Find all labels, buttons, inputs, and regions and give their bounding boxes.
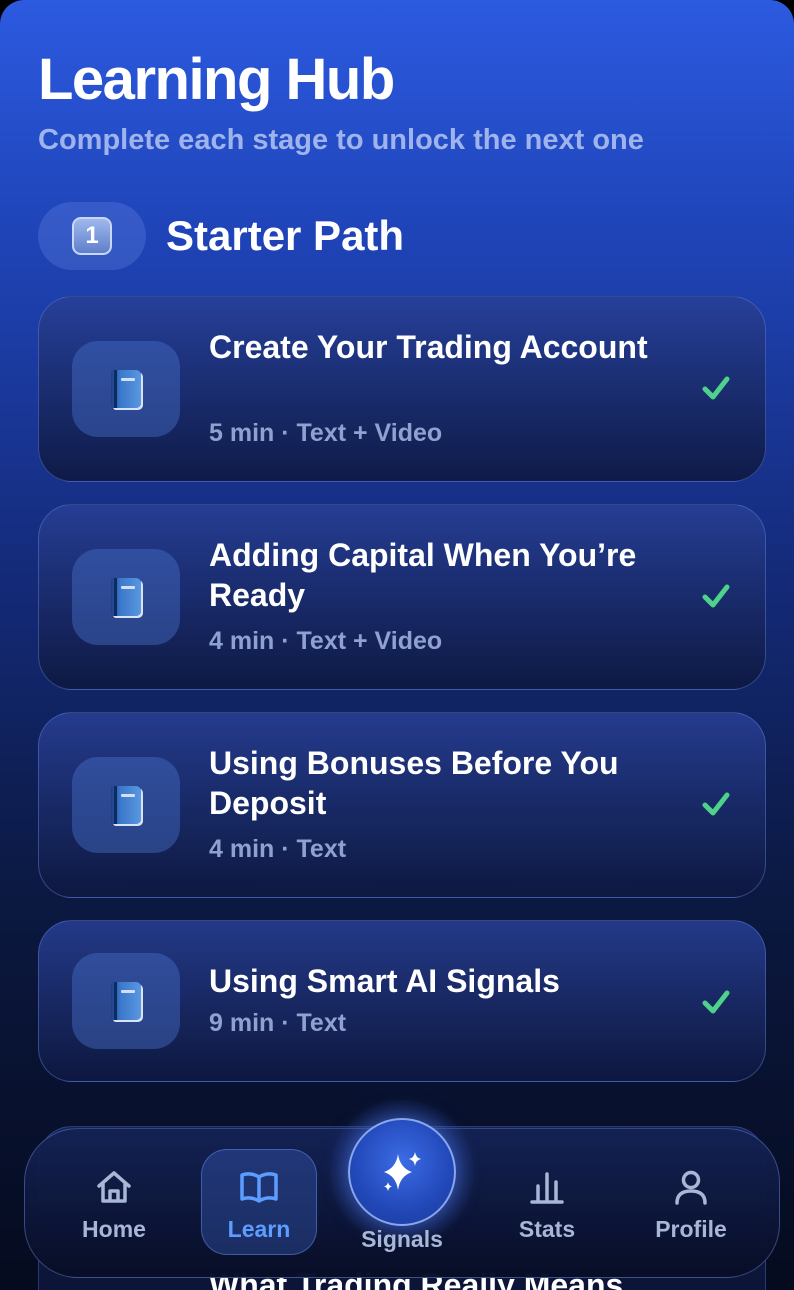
book-icon	[72, 953, 180, 1049]
open-book-icon	[240, 1171, 278, 1203]
lesson-title: Create Your Trading Account	[209, 329, 648, 365]
lesson-card[interactable]: Create Your Trading Account 5 min · Text…	[38, 296, 766, 482]
stage-number: 1	[72, 217, 112, 255]
checkmark-icon	[702, 584, 730, 608]
nav-signals-button[interactable]	[348, 1118, 456, 1226]
lesson-meta: 5 min · Text + Video	[209, 419, 443, 447]
lesson-card[interactable]: Using Smart AI Signals 9 min · Text	[38, 920, 766, 1082]
nav-signals-label: Signals	[361, 1226, 443, 1252]
stage-badge: 1	[38, 202, 146, 270]
sparkles-icon	[384, 1152, 421, 1191]
nav-profile-label: Profile	[655, 1215, 727, 1242]
book-icon	[72, 757, 180, 853]
book-icon	[72, 549, 180, 645]
checkmark-icon	[702, 990, 730, 1014]
nav-stats-label: Stats	[518, 1215, 576, 1242]
lesson-meta: 9 min · Text	[209, 1009, 347, 1037]
nav-home-label: Home	[82, 1215, 146, 1242]
book-icon	[72, 341, 180, 437]
learning-hub-screen: Learning Hub Complete each stage to unlo…	[0, 0, 794, 1290]
user-icon	[675, 1170, 707, 1205]
section-header: 1 Starter Path	[38, 202, 404, 270]
lesson-title: Adding Capital When You’re Ready	[209, 537, 637, 613]
nav-learn[interactable]: Learn	[194, 1129, 324, 1279]
lesson-title: Using Bonuses Before You Deposit	[209, 745, 619, 821]
nav-learn-label: Learn	[227, 1215, 291, 1242]
lesson-card[interactable]: Using Bonuses Before You Deposit 4 min ·…	[38, 712, 766, 898]
nav-profile[interactable]: Profile	[626, 1129, 756, 1279]
checkmark-icon	[702, 792, 730, 816]
page-subtitle: Complete each stage to unlock the next o…	[38, 124, 644, 156]
lesson-meta: 4 min · Text	[209, 835, 347, 863]
page-title: Learning Hub	[38, 47, 395, 112]
bar-chart-icon	[530, 1171, 564, 1204]
section-title: Starter Path	[166, 212, 405, 259]
nav-home[interactable]: Home	[49, 1129, 179, 1279]
checkmark-icon	[702, 376, 730, 400]
lesson-card[interactable]: Adding Capital When You’re Ready 4 min ·…	[38, 504, 766, 690]
nav-stats[interactable]: Stats	[482, 1129, 612, 1279]
lesson-title: Using Smart AI Signals	[209, 963, 560, 999]
home-icon	[97, 1170, 131, 1203]
lesson-meta: 4 min · Text + Video	[209, 627, 443, 655]
